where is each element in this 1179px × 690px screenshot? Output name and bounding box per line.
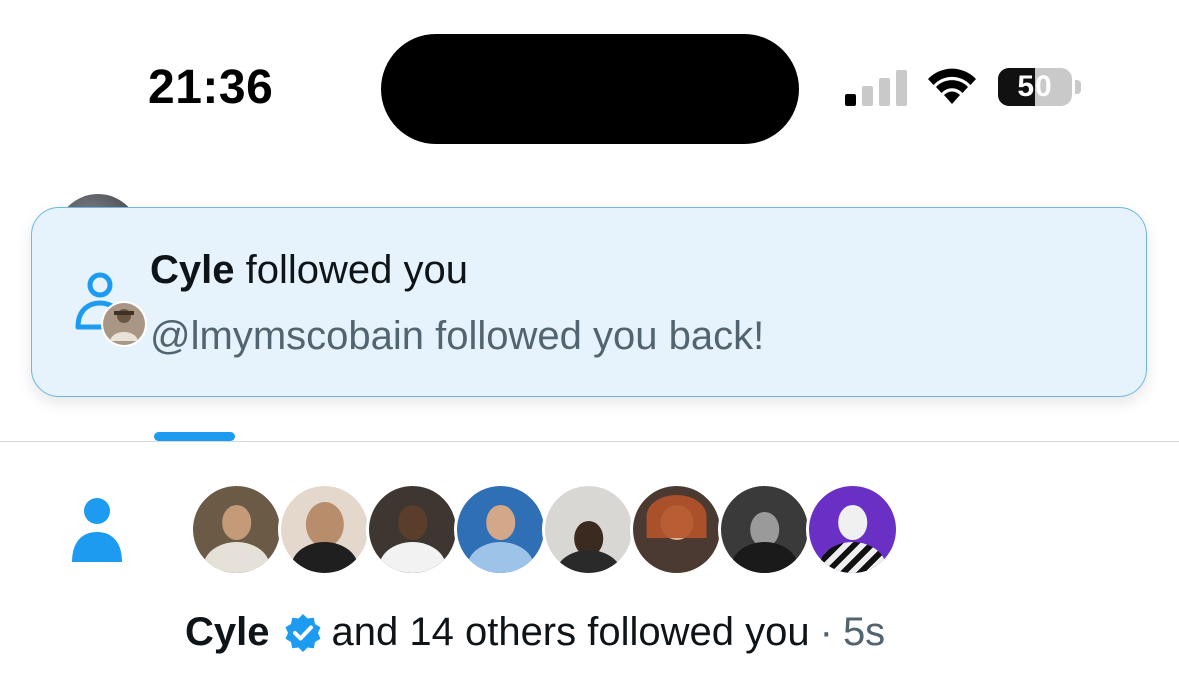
toast-title-name[interactable]: Cyle bbox=[150, 248, 235, 292]
toast-subtitle: @lmymscobain followed you back! bbox=[150, 314, 765, 358]
header-divider bbox=[0, 441, 1179, 442]
battery-body: 50 bbox=[998, 68, 1072, 106]
follow-notification-text[interactable]: Cyle and 14 others followed you · 5s bbox=[185, 610, 885, 655]
follower-avatar[interactable] bbox=[454, 483, 547, 576]
person-icon bbox=[72, 498, 122, 562]
follower-avatar[interactable] bbox=[806, 483, 899, 576]
battery-level-text: 50 bbox=[1017, 70, 1053, 103]
notification-separator: · bbox=[819, 610, 833, 654]
follower-avatar[interactable] bbox=[366, 483, 459, 576]
battery-indicator: 50 bbox=[998, 68, 1084, 108]
toast-title-action: followed you bbox=[245, 248, 468, 292]
follower-avatar[interactable] bbox=[278, 483, 371, 576]
wifi-icon bbox=[928, 68, 976, 104]
toast-title: Cyle followed you bbox=[150, 248, 468, 293]
follower-avatar[interactable] bbox=[630, 483, 723, 576]
dynamic-island bbox=[381, 34, 799, 144]
follower-avatar[interactable] bbox=[542, 483, 635, 576]
follow-toast[interactable] bbox=[31, 207, 1147, 397]
notification-timestamp: 5s bbox=[842, 610, 886, 654]
notification-message: and 14 others followed you bbox=[331, 610, 810, 654]
tab-active-indicator bbox=[154, 432, 235, 441]
follower-avatar[interactable] bbox=[718, 483, 811, 576]
battery-cap bbox=[1075, 80, 1081, 94]
status-time: 21:36 bbox=[148, 61, 274, 114]
follower-avatar[interactable] bbox=[190, 483, 283, 576]
follow-person-icon bbox=[75, 272, 147, 347]
verified-badge-icon bbox=[285, 613, 320, 652]
notification-user-name[interactable]: Cyle bbox=[185, 610, 270, 655]
cellular-signal-icon bbox=[845, 70, 907, 106]
